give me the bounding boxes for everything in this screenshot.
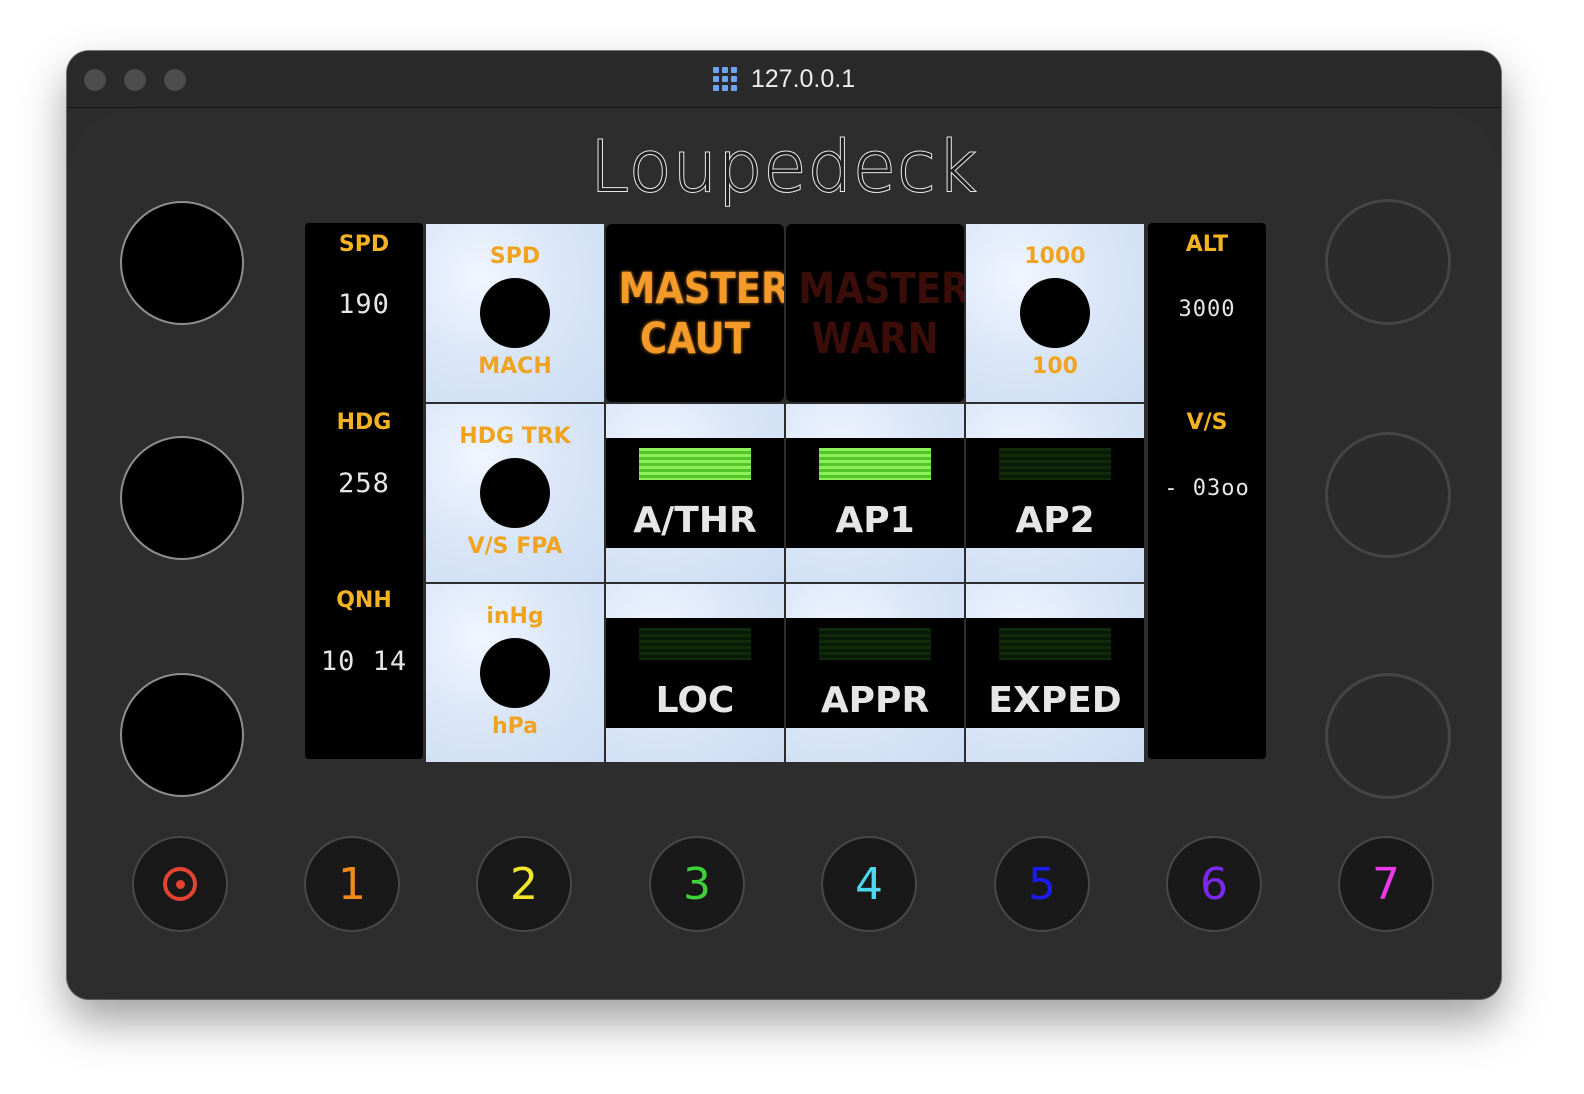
loc-band: LOC [606,618,784,728]
spd-value: 190 [338,289,390,320]
circle-button[interactable] [132,836,228,932]
button-1[interactable]: 1 [304,836,400,932]
hdg-trk-button[interactable]: HDG TRK V/S FPA [426,404,604,582]
ap1-band: AP1 [786,438,964,548]
exped-indicator-light [999,628,1111,660]
button-5[interactable]: 5 [994,836,1090,932]
left-display-panel: SPD 190 HDG 258 QNH 10 14 [305,223,423,759]
button-7[interactable]: 7 [1338,836,1434,932]
title-bar: 127.0.0.1 [67,51,1501,108]
spd-mach-button[interactable]: SPD MACH [426,224,604,402]
window-title-area: 127.0.0.1 [67,51,1501,107]
appr-label: APPR [820,680,930,721]
left-knob-1[interactable] [120,201,244,325]
exped-label: EXPED [988,680,1122,721]
loc-label: LOC [655,680,735,721]
hdg-label: HDG [336,410,392,435]
right-knob-2[interactable] [1325,432,1451,558]
ap1-label: AP1 [835,500,915,541]
left-knob-2[interactable] [120,436,244,560]
right-knob-1[interactable] [1325,199,1451,325]
qnh-value: 10 14 [320,646,408,677]
qnh-label: QNH [336,588,392,613]
hdg-trk-bottom-label: V/S FPA [467,534,563,559]
vs-label: V/S [1186,410,1228,435]
alt-step-bottom-label: 100 [1032,354,1078,379]
right-knob-3[interactable] [1325,673,1451,799]
button-3[interactable]: 3 [649,836,745,932]
athr-label: A/THR [633,500,757,541]
loc-indicator-light [639,628,751,660]
baro-unit-button[interactable]: inHg hPa [426,584,604,762]
ap2-indicator-light [999,448,1111,480]
button-6[interactable]: 6 [1166,836,1262,932]
spd-mach-indicator [480,278,550,348]
ap2-button[interactable]: AP2 [966,404,1144,582]
baro-indicator [480,638,550,708]
master-warning-label: MASTER WARN [798,264,964,364]
vs-value: - 03oo [1164,476,1250,501]
spd-mach-bottom-label: MACH [478,354,552,379]
window-title: 127.0.0.1 [750,64,856,93]
athr-band: A/THR [606,438,784,548]
alt-step-button[interactable]: 1000 100 [966,224,1144,402]
apps-grid-icon [712,67,737,91]
master-caution-line1: MASTER [618,264,784,314]
hdg-value: 258 [338,468,390,499]
alt-step-indicator [1020,278,1090,348]
athr-indicator-light [639,448,751,480]
loc-button[interactable]: LOC [606,584,784,762]
right-display-panel: ALT 3000 V/S - 03oo [1148,223,1266,759]
exped-band: EXPED [966,618,1144,728]
alt-step-top-label: 1000 [1024,244,1086,269]
hdg-trk-top-label: HDG TRK [459,424,571,449]
alt-label: ALT [1185,232,1229,257]
browser-window: 127.0.0.1 Loupedeck SPD 190 HDG 258 QNH … [67,51,1501,999]
hdg-trk-indicator [480,458,550,528]
button-4[interactable]: 4 [821,836,917,932]
circle-dot-icon [163,867,197,901]
master-warning-line2: WARN [811,314,939,364]
alt-value: 3000 [1178,297,1236,322]
ap2-label: AP2 [1015,500,1095,541]
left-knob-3[interactable] [120,673,244,797]
spd-label: SPD [338,232,390,257]
master-warning-button[interactable]: MASTER WARN [786,224,964,402]
button-2[interactable]: 2 [476,836,572,932]
appr-indicator-light [819,628,931,660]
ap1-indicator-light [819,448,931,480]
athr-button[interactable]: A/THR [606,404,784,582]
baro-top-label: inHg [486,604,544,629]
master-caution-button[interactable]: MASTER CAUT [606,224,784,402]
spd-mach-top-label: SPD [489,244,541,269]
exped-button[interactable]: EXPED [966,584,1144,762]
brand-logo: Loupedeck [589,125,978,209]
master-caution-label: MASTER CAUT [618,264,784,364]
baro-bottom-label: hPa [491,714,539,739]
appr-button[interactable]: APPR [786,584,964,762]
appr-band: APPR [786,618,964,728]
ap2-band: AP2 [966,438,1144,548]
ap1-button[interactable]: AP1 [786,404,964,582]
master-caution-line2: CAUT [640,314,750,364]
master-warning-line1: MASTER [798,264,964,314]
loupedeck-device: Loupedeck SPD 190 HDG 258 QNH 10 14 ALT … [67,108,1501,999]
